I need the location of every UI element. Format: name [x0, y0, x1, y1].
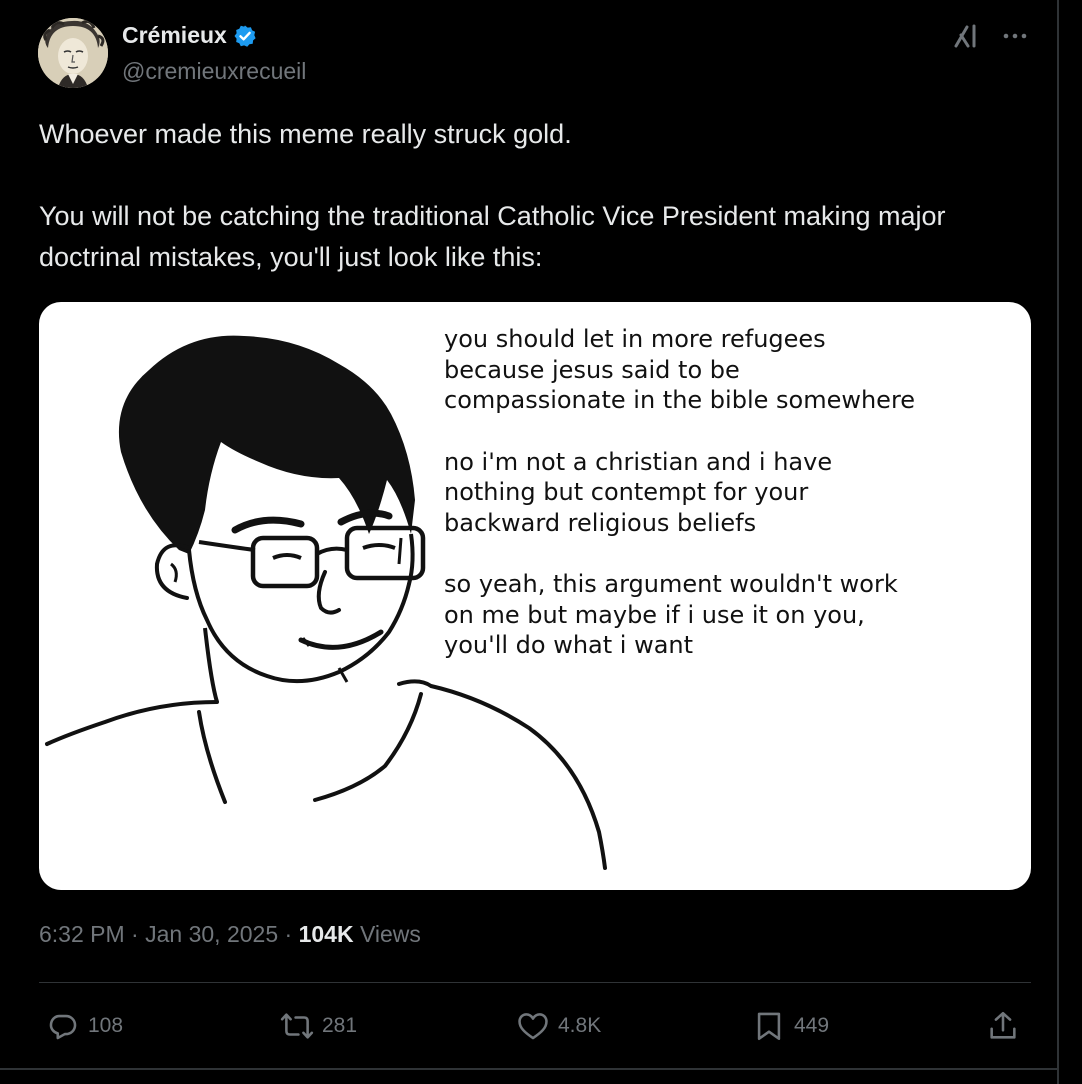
views-count[interactable]: 104K — [299, 921, 354, 947]
column-border-bottom — [0, 1068, 1059, 1070]
meme-caption: you should let in more refugees because … — [444, 324, 1014, 661]
more-icon[interactable] — [1000, 22, 1030, 50]
column-border-right — [1057, 0, 1059, 1084]
tweet: Crémieux @cremieuxrecueil Whoever made t… — [0, 0, 1057, 1068]
bookmark-icon — [757, 1012, 781, 1041]
tweet-paragraph: Whoever made this meme really struck gol… — [39, 119, 572, 149]
timestamp-date[interactable]: Jan 30, 2025 — [145, 921, 278, 947]
meta-separator: · — [284, 921, 293, 947]
meme-paragraph: you should let in more refugees because … — [444, 324, 1014, 416]
meme-line: no i'm not a christian and i have — [444, 447, 833, 476]
reply-button[interactable]: 108 — [46, 1000, 123, 1052]
share-button[interactable] — [986, 1000, 1020, 1052]
meme-line: you'll do what i want — [444, 631, 694, 659]
tweet-text: Whoever made this meme really struck gol… — [39, 114, 1029, 278]
display-name-text[interactable]: Crémieux — [122, 22, 227, 49]
tweet-meta: 6:32 PM · Jan 30, 2025 · 104K Views — [39, 921, 421, 948]
avatar-illustration — [38, 18, 108, 88]
action-bar: 108 281 4.8K 449 — [0, 1000, 1057, 1052]
timestamp-time[interactable]: 6:32 PM — [39, 921, 125, 947]
verified-badge-icon — [234, 25, 256, 47]
meme-image[interactable]: you should let in more refugees because … — [39, 302, 1031, 890]
share-icon — [990, 1011, 1016, 1039]
avatar[interactable] — [38, 18, 108, 88]
meta-separator: · — [131, 921, 139, 947]
meme-line: you should let in more refugees — [444, 325, 826, 353]
meme-line: because jesus said to be — [444, 355, 740, 384]
actions-divider — [39, 982, 1031, 983]
author-handle[interactable]: @cremieuxrecueil — [122, 58, 306, 85]
meme-paragraph: no i'm not a christian and i have nothin… — [444, 447, 1014, 539]
meme-line: on me but maybe if i use it on you, — [444, 600, 865, 629]
heart-icon — [518, 1013, 548, 1040]
reply-count: 108 — [88, 1014, 124, 1037]
repost-icon — [280, 1013, 314, 1039]
like-button[interactable]: 4.8K — [516, 1000, 601, 1052]
reply-icon — [49, 1014, 77, 1040]
bookmark-count: 449 — [794, 1014, 830, 1037]
meme-line: nothing but contempt for your — [444, 478, 809, 506]
repost-button[interactable]: 281 — [280, 1000, 357, 1052]
views-label: Views — [359, 921, 421, 947]
meme-line: compassionate in the bible somewhere — [444, 386, 916, 414]
repost-count: 281 — [322, 1014, 358, 1037]
bookmark-button[interactable]: 449 — [752, 1000, 829, 1052]
display-name[interactable]: Crémieux — [122, 22, 257, 49]
tweet-paragraph: You will not be catching the traditional… — [39, 201, 946, 272]
meme-line: backward religious beliefs — [444, 508, 757, 537]
like-count: 4.8K — [558, 1014, 602, 1037]
meme-paragraph: so yeah, this argument wouldn't work on … — [444, 569, 1014, 661]
grok-icon[interactable] — [952, 22, 982, 50]
meme-line: so yeah, this argument wouldn't work — [444, 570, 898, 598]
